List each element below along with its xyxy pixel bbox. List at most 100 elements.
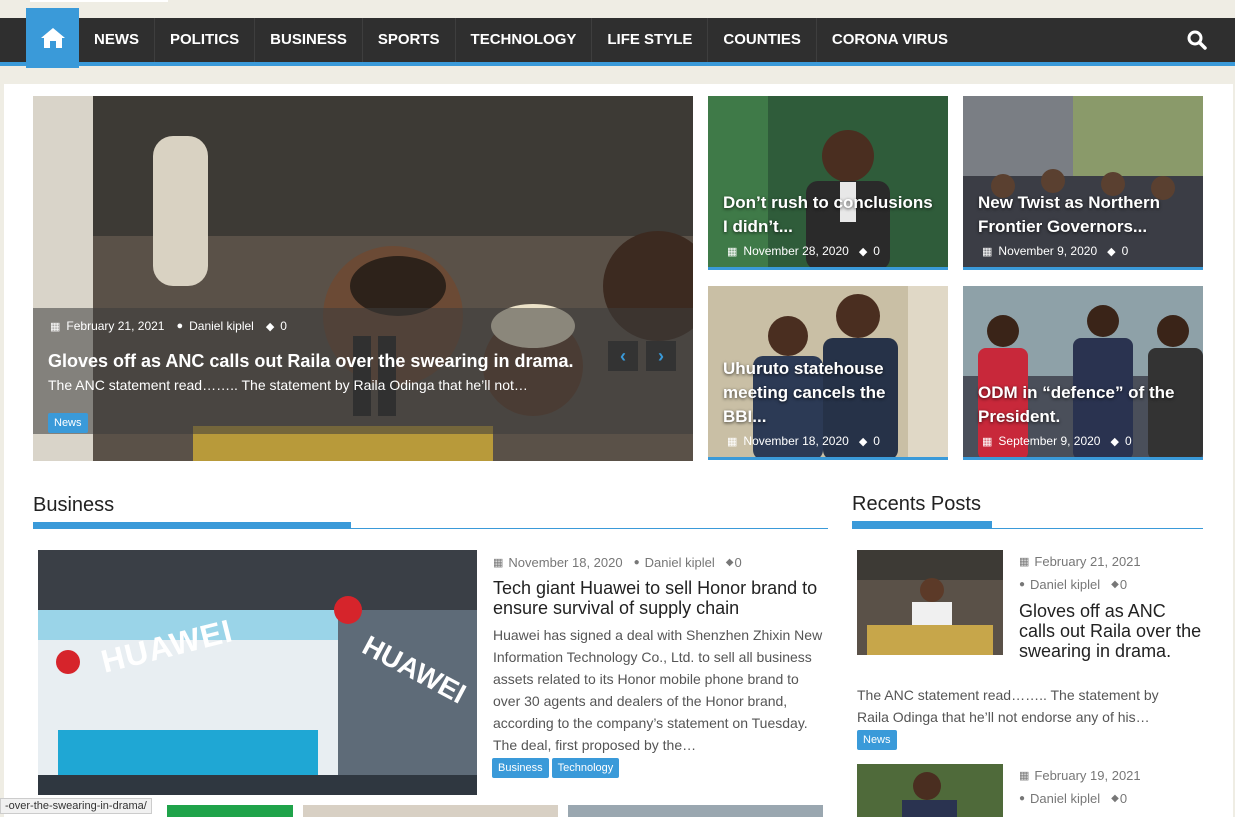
recent-post-date: February 21, 2021 — [1034, 554, 1141, 569]
recent-post-comments[interactable]: 0 — [1120, 791, 1127, 806]
comment-icon: ◆ — [1111, 793, 1119, 804]
featured-tile[interactable]: Uhuruto statehouse meeting cancels the B… — [708, 286, 948, 460]
recent-post-category[interactable]: News — [857, 730, 897, 750]
business-story-tags: Business Technology — [492, 758, 620, 778]
tile-title[interactable]: ODM in “defence” of the President. — [978, 381, 1193, 429]
slider-meta: ▦ February 21, 2021 ● Daniel kiplel ◆ 0 — [50, 319, 287, 333]
nav-item-counties[interactable]: COUNTIES — [708, 18, 817, 62]
slider-prev-button[interactable]: ‹ — [608, 341, 638, 371]
featured-tile[interactable]: New Twist as Northern Frontier Governors… — [963, 96, 1203, 270]
top-strip — [30, 0, 168, 2]
recent-post-title-text[interactable]: Gloves off as ANC calls out Raila over t… — [857, 601, 1203, 661]
recent-underline — [852, 521, 992, 528]
recent-post-image — [857, 764, 1003, 817]
calendar-icon: ▦ — [727, 435, 738, 448]
comment-icon: ◆ — [858, 435, 868, 448]
calendar-icon: ▦ — [727, 245, 738, 258]
tag-technology[interactable]: Technology — [551, 758, 620, 778]
recent-post-date: February 19, 2021 — [1034, 768, 1141, 783]
tile-comments[interactable]: 0 — [1122, 244, 1129, 258]
bottom-thumb-green[interactable] — [167, 805, 293, 817]
slider-next-button[interactable]: › — [646, 341, 676, 371]
featured-tile[interactable]: ODM in “defence” of the President. ▦ Sep… — [963, 286, 1203, 460]
comment-icon: ◆ — [1110, 435, 1119, 448]
business-story-image[interactable]: HUAWEI HUAWEI — [38, 550, 477, 795]
recent-post-thumbnail[interactable] — [857, 764, 1003, 817]
tile-date: September 9, 2020 — [998, 434, 1101, 448]
recent-divider — [852, 528, 1203, 529]
business-underline — [33, 522, 351, 529]
recent-post-author[interactable]: Daniel kiplel — [1030, 791, 1100, 806]
tile-title[interactable]: Don’t rush to conclusions I didn’t... — [723, 191, 938, 239]
recent-post-date-row: ▦ February 19, 2021 — [1019, 768, 1141, 783]
tile-title[interactable]: New Twist as Northern Frontier Governors… — [978, 191, 1193, 239]
calendar-icon: ▦ — [1019, 556, 1030, 568]
slider-category-badge[interactable]: News — [48, 413, 88, 433]
tile-meta: ▦ November 9, 2020 ◆ 0 — [982, 244, 1128, 258]
recent-post-comments[interactable]: 0 — [1120, 577, 1127, 592]
recent-post-title[interactable]: Gloves off as ANC calls out Raila over t… — [857, 601, 1203, 661]
slider-excerpt: The ANC statement read…….. The statement… — [48, 377, 528, 393]
business-story-author[interactable]: Daniel kiplel — [645, 555, 715, 570]
slider-date: February 21, 2021 — [66, 319, 165, 333]
tile-meta: ▦ November 18, 2020 ◆ 0 — [727, 434, 880, 448]
tile-meta: ▦ November 28, 2020 ◆ 0 — [727, 244, 880, 258]
search-button[interactable] — [1187, 30, 1207, 55]
home-icon — [40, 28, 65, 48]
comment-icon: ◆ — [858, 245, 868, 258]
calendar-icon: ▦ — [50, 320, 61, 333]
business-story-date: November 18, 2020 — [508, 555, 623, 570]
nav-item-politics[interactable]: POLITICS — [155, 18, 256, 62]
slider-author[interactable]: Daniel kiplel — [189, 319, 254, 333]
tile-comments[interactable]: 0 — [873, 244, 880, 258]
tile-date: November 9, 2020 — [998, 244, 1098, 258]
user-icon: ● — [1019, 793, 1026, 804]
recent-post-author-row: ● Daniel kiplel ◆ 0 — [1019, 577, 1127, 592]
search-icon — [1187, 30, 1207, 50]
tile-comments[interactable]: 0 — [873, 434, 880, 448]
recent-posts-heading: Recents Posts — [852, 493, 981, 515]
home-button[interactable] — [26, 8, 79, 68]
comment-icon: ◆ — [265, 320, 275, 333]
featured-slider[interactable] — [33, 96, 693, 461]
calendar-icon: ▦ — [982, 245, 993, 258]
user-icon: ● — [176, 320, 184, 332]
browser-status-url: -over-the-swearing-in-drama/ — [0, 798, 152, 814]
tile-comments[interactable]: 0 — [1125, 434, 1132, 448]
nav-item-business[interactable]: BUSINESS — [255, 18, 363, 62]
business-story-comments[interactable]: 0 — [734, 555, 741, 570]
main-navbar: NEWS POLITICS BUSINESS SPORTS TECHNOLOGY… — [0, 8, 1235, 68]
nav-item-sports[interactable]: SPORTS — [363, 18, 456, 62]
calendar-icon: ▦ — [493, 557, 504, 569]
business-story-title[interactable]: Tech giant Huawei to sell Honor brand to… — [493, 578, 828, 618]
bottom-thumb-2[interactable] — [303, 805, 558, 817]
user-icon: ● — [633, 557, 640, 568]
business-heading: Business — [33, 494, 115, 516]
slider-comments[interactable]: 0 — [280, 319, 287, 333]
user-icon: ● — [1019, 579, 1026, 590]
comment-icon: ◆ — [1107, 245, 1116, 258]
nav-item-corona-virus[interactable]: CORONA VIRUS — [817, 18, 963, 62]
business-story-meta: ▦ November 18, 2020 ● Daniel kiplel ◆ 0 — [493, 555, 742, 570]
nav-item-news[interactable]: NEWS — [79, 18, 155, 62]
slider-title[interactable]: Gloves off as ANC calls out Raila over t… — [48, 351, 574, 372]
nav-item-lifestyle[interactable]: LIFE STYLE — [592, 18, 709, 62]
tile-title[interactable]: Uhuruto statehouse meeting cancels the B… — [723, 357, 913, 429]
comment-icon: ◆ — [725, 557, 734, 568]
calendar-icon: ▦ — [982, 435, 993, 448]
recent-post-excerpt: The ANC statement read…….. The statement… — [857, 687, 1159, 725]
tag-business[interactable]: Business — [492, 758, 549, 778]
nav-menu: NEWS POLITICS BUSINESS SPORTS TECHNOLOGY… — [79, 18, 963, 62]
featured-tile[interactable]: Don’t rush to conclusions I didn’t... ▦ … — [708, 96, 948, 270]
nav-item-technology[interactable]: TECHNOLOGY — [456, 18, 593, 62]
recent-post-author[interactable]: Daniel kiplel — [1030, 577, 1100, 592]
comment-icon: ◆ — [1111, 579, 1119, 590]
calendar-icon: ▦ — [1019, 770, 1030, 782]
tile-date: November 28, 2020 — [743, 244, 849, 258]
business-story-body: Huawei has signed a deal with Shenzhen Z… — [493, 627, 823, 753]
tile-date: November 18, 2020 — [743, 434, 849, 448]
recent-post-author-row: ● Daniel kiplel ◆ 0 — [1019, 791, 1127, 806]
bottom-thumb-3[interactable] — [568, 805, 823, 817]
recent-post-date-row: ▦ February 21, 2021 — [1019, 554, 1141, 569]
tile-meta: ▦ September 9, 2020 ◆ 0 — [982, 434, 1132, 448]
